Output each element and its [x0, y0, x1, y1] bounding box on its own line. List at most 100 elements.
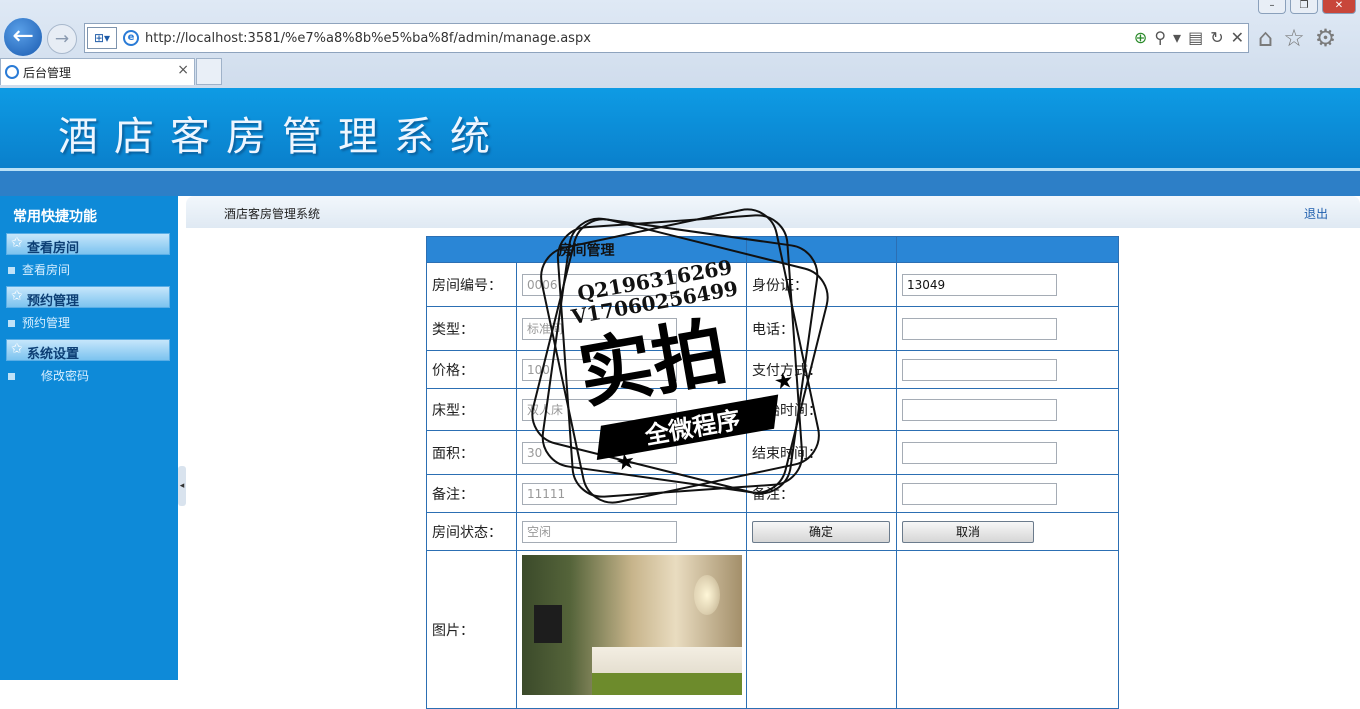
- room-status-input[interactable]: 空闲: [522, 520, 677, 543]
- sidebar-item-view-rooms[interactable]: 查看房间: [8, 261, 70, 278]
- notes-label: 备注：: [426, 474, 517, 513]
- close-window-button[interactable]: ✕: [1322, 0, 1356, 14]
- sidebar-item-label: 预约管理: [22, 316, 71, 330]
- room-number-input[interactable]: 0006: [522, 273, 677, 296]
- area-input[interactable]: 30: [522, 441, 677, 464]
- logout-link[interactable]: 退出: [1304, 205, 1328, 222]
- url-text[interactable]: http://localhost:3581/%e7%a8%8b%e5%ba%8f…: [145, 31, 591, 46]
- system-name: 酒店客房管理系统: [224, 207, 321, 221]
- sidebar-item-label: 查看房间: [22, 263, 71, 277]
- confirm-button[interactable]: 确定: [752, 520, 890, 543]
- home-icon[interactable]: ⌂: [1258, 24, 1273, 52]
- room-type-input[interactable]: 标准间: [522, 317, 677, 340]
- compatibility-view-icon[interactable]: ⊞▾: [87, 27, 117, 49]
- price-input[interactable]: 100: [522, 358, 677, 381]
- content-header: 酒店客房管理系统 退出: [186, 196, 1360, 228]
- star-icon: ✩: [11, 235, 23, 251]
- id-card-input[interactable]: 13049: [902, 273, 1057, 296]
- forward-arrow-icon: →: [54, 29, 70, 49]
- payment-method-label: 支付方式：: [746, 350, 897, 389]
- table-row: 房间编号： 0006 身份证： 13049: [426, 262, 1119, 307]
- bullet-icon: [8, 267, 15, 274]
- field-cell: 0006: [516, 262, 747, 307]
- web-page: 酒店客房管理系统 常用快捷功能 ✩ 查看房间 查看房间 ✩ 预约管理 预约管理 …: [0, 88, 1360, 709]
- back-arrow-icon: ←: [12, 21, 34, 51]
- table-row: 类型： 标准间 电话：: [426, 306, 1119, 351]
- minimize-button[interactable]: –: [1258, 0, 1286, 14]
- bed-type-input[interactable]: 双人床: [522, 398, 677, 421]
- settings-gear-icon[interactable]: ⚙: [1315, 24, 1337, 52]
- room-photo: [522, 555, 742, 695]
- add-icon[interactable]: ⊕: [1134, 28, 1147, 47]
- sidebar-item-reservations[interactable]: 预约管理: [8, 314, 70, 331]
- image-cell: [516, 550, 747, 709]
- sidebar-collapse-handle[interactable]: ◂: [178, 466, 186, 506]
- button-cell: 取消: [896, 512, 1119, 551]
- field-cell: 双人床: [516, 388, 747, 431]
- id-card-label: 身份证：: [746, 262, 897, 307]
- compatibility-icon[interactable]: ▤: [1188, 28, 1203, 47]
- star-icon: ✩: [11, 341, 23, 357]
- header-cell: [746, 236, 897, 263]
- menu-group-label: 查看房间: [27, 241, 80, 256]
- refresh-icon[interactable]: ↻: [1210, 28, 1223, 47]
- field-cell: [896, 306, 1119, 351]
- photo-lamp: [694, 575, 720, 615]
- field-cell: [896, 430, 1119, 475]
- dropdown-icon[interactable]: ▾: [1173, 28, 1181, 47]
- bullet-icon: [8, 320, 15, 327]
- cancel-button[interactable]: 取消: [902, 520, 1034, 543]
- menu-group-label: 系统设置: [27, 347, 80, 362]
- sidebar-title: 常用快捷功能: [13, 209, 97, 225]
- bullet-icon: [8, 373, 15, 380]
- field-cell: [896, 474, 1119, 513]
- tab-close-icon[interactable]: ×: [177, 62, 189, 78]
- field-cell: 13049: [896, 262, 1119, 307]
- window-controls: – ❐ ✕: [1258, 0, 1356, 14]
- stop-icon[interactable]: ✕: [1231, 28, 1244, 47]
- field-cell: 30: [516, 430, 747, 475]
- address-bar[interactable]: ⊞▾ e http://localhost:3581/%e7%a8%8b%e5%…: [84, 23, 1249, 53]
- notes-input-2[interactable]: [902, 482, 1057, 505]
- button-cell: 确定: [746, 512, 897, 551]
- header-cell: [896, 236, 1119, 263]
- browser-chrome: – ❐ ✕ ← → ⊞▾ e http://localhost:3581/%e7…: [0, 0, 1360, 90]
- address-bar-icons: ⊕ ⚲ ▾ ▤ ↻ ✕: [1134, 28, 1244, 47]
- main-content: 房间管理 房间编号： 0006 身份证： 13049 类型： 标准间 电话： 价…: [186, 228, 1360, 709]
- empty-cell: [746, 550, 897, 709]
- new-tab-button[interactable]: [196, 58, 222, 85]
- forward-button[interactable]: →: [47, 24, 77, 54]
- table-row: 备注： 11111 备注：: [426, 474, 1119, 513]
- menu-group-view-rooms[interactable]: ✩ 查看房间: [6, 233, 170, 256]
- start-time-input[interactable]: [902, 398, 1057, 421]
- back-button[interactable]: ←: [2, 16, 44, 58]
- menu-group-reservations[interactable]: ✩ 预约管理: [6, 286, 170, 309]
- browser-tab[interactable]: 后台管理 ×: [0, 58, 195, 85]
- field-cell: 100: [516, 350, 747, 389]
- browser-right-icons: ⌂ ☆ ⚙: [1258, 24, 1336, 52]
- start-time-label: 开始时间：: [746, 388, 897, 431]
- phone-input[interactable]: [902, 317, 1057, 340]
- restore-button[interactable]: ❐: [1290, 0, 1318, 14]
- end-time-input[interactable]: [902, 441, 1057, 464]
- search-icon[interactable]: ⚲: [1154, 28, 1166, 47]
- photo-bed-runner: [592, 673, 742, 695]
- field-cell: 标准间: [516, 306, 747, 351]
- photo-tv: [534, 605, 562, 643]
- notes-input[interactable]: 11111: [522, 482, 677, 505]
- menu-group-label: 预约管理: [27, 294, 80, 309]
- phone-label: 电话：: [746, 306, 897, 351]
- sidebar-item-change-password[interactable]: 修改密码: [8, 367, 89, 384]
- site-title: 酒店客房管理系统: [58, 114, 506, 160]
- bed-type-label: 床型：: [426, 388, 517, 431]
- star-icon: ✩: [11, 288, 23, 304]
- favorites-star-icon[interactable]: ☆: [1283, 24, 1305, 52]
- payment-method-input[interactable]: [902, 358, 1057, 381]
- menu-group-settings[interactable]: ✩ 系统设置: [6, 339, 170, 362]
- table-row: 价格： 100 支付方式：: [426, 350, 1119, 389]
- ie-tab-icon: [5, 65, 19, 79]
- area-label: 面积：: [426, 430, 517, 475]
- site-banner: 酒店客房管理系统: [0, 88, 1360, 171]
- field-cell: [896, 388, 1119, 431]
- notes-label-2: 备注：: [746, 474, 897, 513]
